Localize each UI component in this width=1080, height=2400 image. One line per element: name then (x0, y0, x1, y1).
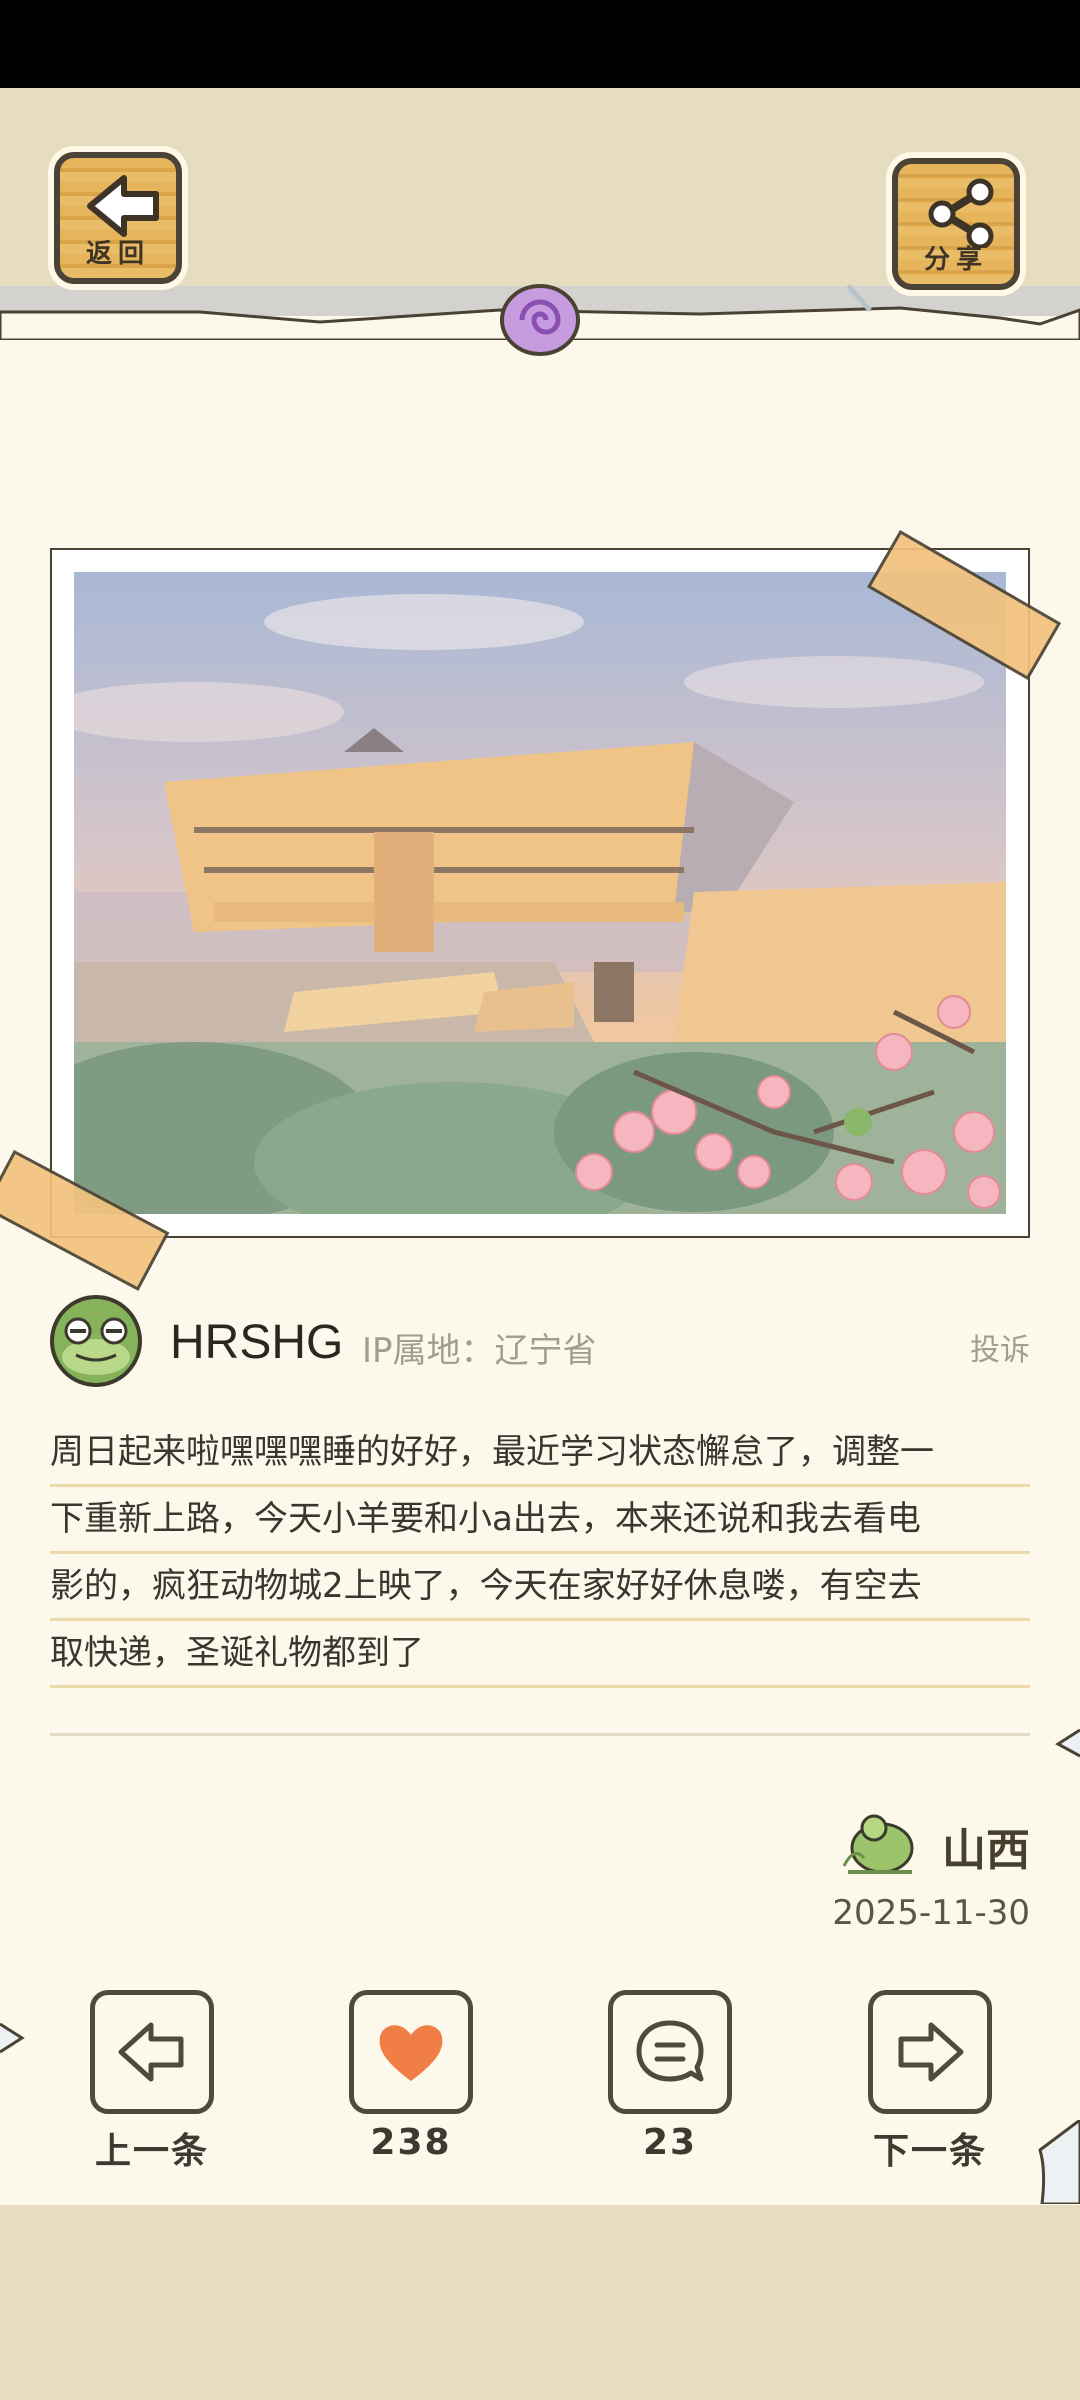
next-post-button[interactable]: 下一条 (868, 1990, 992, 2172)
left-arrow-icon (118, 2022, 184, 2082)
report-link[interactable]: 投诉 (970, 1325, 1030, 1369)
frog-icon (842, 1814, 914, 1874)
post-author-row: HRSHG IP属地：辽宁省 投诉 (50, 1295, 1030, 1390)
post-photo[interactable] (74, 572, 1006, 1214)
post-location: 山西 (810, 1808, 1030, 1878)
prev-post-button[interactable]: 上一条 (90, 1990, 214, 2172)
comment-icon (636, 2020, 704, 2082)
page-curl-icon (1038, 2120, 1080, 2204)
snail-shell-icon (500, 284, 580, 356)
museum-illustration (74, 572, 1006, 1214)
comment-count: 23 (642, 2122, 698, 2163)
post-content: 周日起来啦嘿嘿嘿睡的好好，最近学习状态懈怠了，调整一 下重新上路，今天小羊要和小… (50, 1420, 1030, 1688)
back-button[interactable]: 返回 (54, 152, 182, 284)
comment-button[interactable]: 23 (608, 1990, 732, 2163)
edge-notch-icon (1055, 1728, 1080, 1758)
post-line: 周日起来啦嘿嘿嘿睡的好好，最近学习状态懈怠了，调整一 (50, 1420, 1030, 1487)
back-arrow-icon (87, 175, 159, 237)
status-bar (0, 0, 1080, 88)
heart-icon (379, 2025, 443, 2081)
like-button[interactable]: 238 (349, 1990, 473, 2163)
username[interactable]: HRSHG (170, 1315, 343, 1370)
like-count: 238 (370, 2122, 452, 2163)
post-date: 2025-11-30 (832, 1893, 1030, 1933)
next-post-label: 下一条 (872, 2131, 987, 2172)
back-label: 返回 (85, 239, 150, 269)
post-line: 取快递，圣诞礼物都到了 (50, 1621, 1030, 1688)
prev-post-label: 上一条 (94, 2131, 209, 2172)
left-edge-notch-icon (0, 2022, 25, 2054)
post-line: 下重新上路，今天小羊要和小a出去，本来还说和我去看电 (50, 1487, 1030, 1554)
content-divider (50, 1733, 1030, 1736)
share-icon (928, 178, 994, 248)
avatar[interactable] (50, 1295, 142, 1387)
location-text: 山西 (942, 1825, 1030, 1876)
ip-location: IP属地：辽宁省 (362, 1331, 597, 1371)
right-arrow-icon (898, 2022, 964, 2082)
share-label: 分享 (923, 245, 988, 275)
post-line: 影的，疯狂动物城2上映了，今天在家好好休息喽，有空去 (50, 1554, 1030, 1621)
share-button[interactable]: 分享 (892, 158, 1020, 290)
